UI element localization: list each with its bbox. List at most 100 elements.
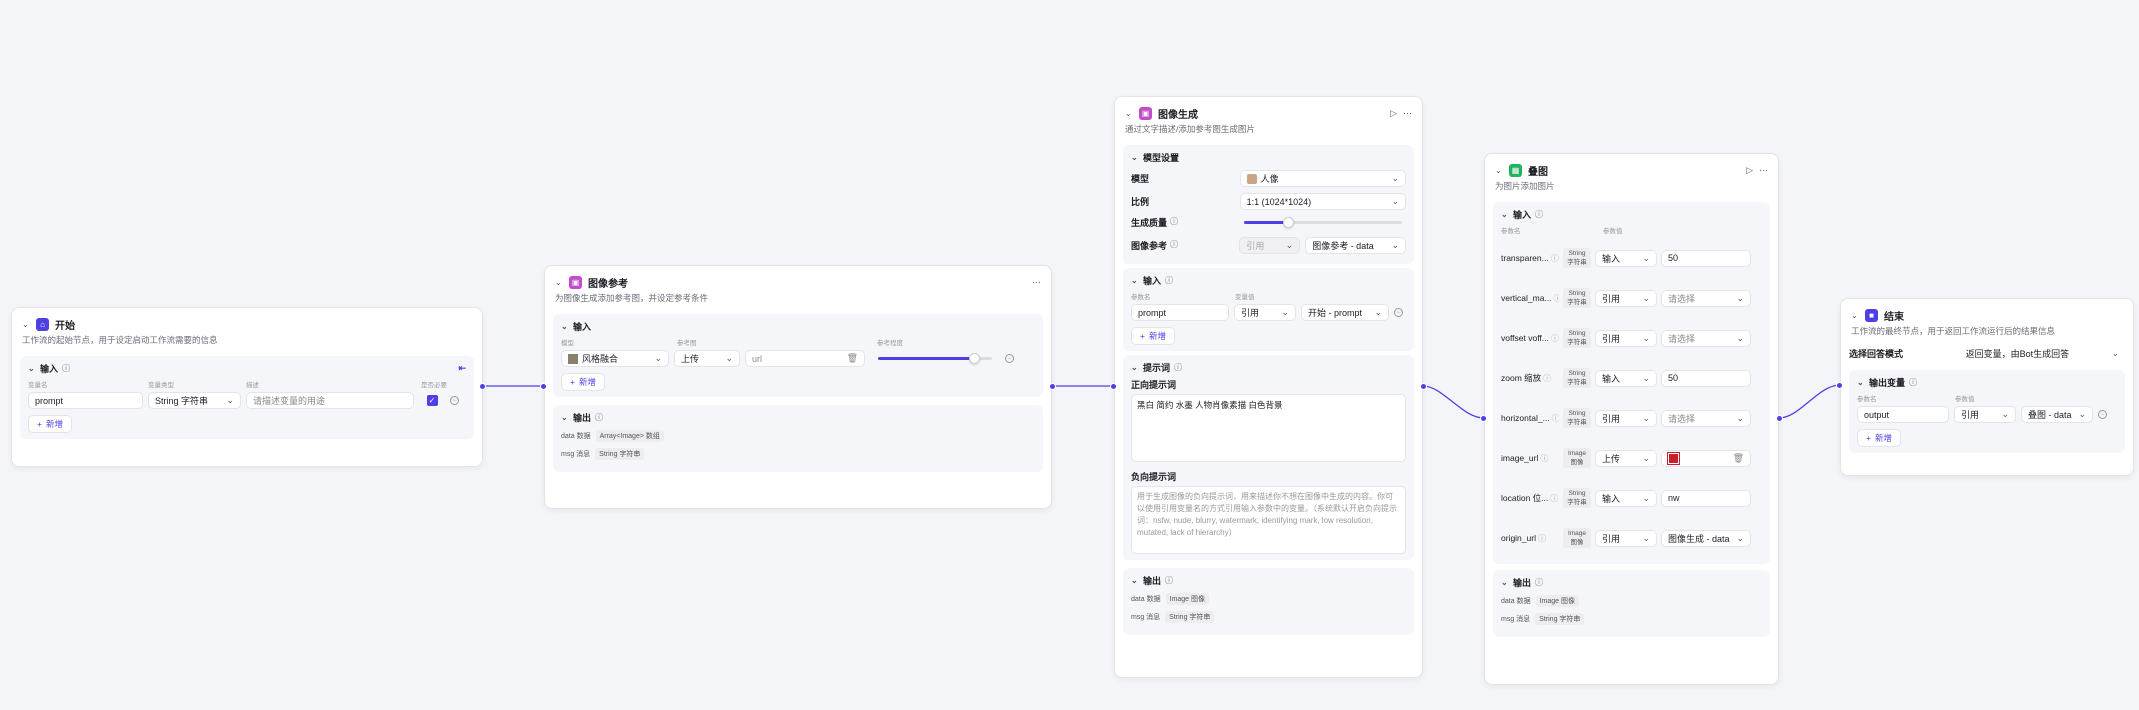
- param-value-select[interactable]: 开始 - prompt: [1301, 304, 1389, 321]
- add-reference-button[interactable]: + 新增: [561, 373, 605, 391]
- answer-mode-select[interactable]: 返回变量，由Bot生成回答: [1959, 345, 2125, 362]
- info-icon[interactable]: ⓘ: [1535, 209, 1543, 220]
- reference-mode-select[interactable]: 上传: [674, 350, 740, 367]
- model-select[interactable]: 风格融合: [561, 350, 669, 367]
- param-mode-select[interactable]: 上传: [1595, 449, 1657, 467]
- collapse-caret-icon[interactable]: ⌄: [1495, 166, 1503, 175]
- start-node[interactable]: ⌄ ⌂ 开始 工作流的起始节点，用于设定启动工作流需要的信息 ⌄ 输入 ⓘ ⇤ 变量名…: [11, 307, 483, 467]
- info-icon[interactable]: ⓘ: [1174, 362, 1182, 373]
- slider-knob[interactable]: [968, 353, 980, 364]
- param-value-select[interactable]: 请选择: [1661, 329, 1751, 347]
- param-value-input[interactable]: nw: [1661, 489, 1751, 507]
- import-icon[interactable]: ⇤: [458, 363, 466, 374]
- collapse-caret-icon[interactable]: ⌄: [1125, 109, 1133, 118]
- output-name-input[interactable]: output: [1857, 406, 1949, 423]
- collapse-caret-icon[interactable]: ⌄: [1131, 576, 1139, 585]
- add-variable-button[interactable]: + 新增: [28, 415, 72, 433]
- param-mode-select[interactable]: 引用: [1234, 304, 1296, 321]
- positive-prompt-textarea[interactable]: 黑白 简约 水墨 人物肖像素描 白色背景: [1131, 394, 1406, 462]
- image-upload-field[interactable]: 🗑: [1661, 449, 1751, 467]
- remove-row-icon[interactable]: −: [450, 396, 459, 405]
- collapse-caret-icon[interactable]: ⌄: [28, 364, 36, 373]
- slider-knob[interactable]: [1282, 217, 1294, 228]
- variable-name-input[interactable]: prompt: [28, 392, 143, 409]
- info-icon[interactable]: ⓘ: [1552, 413, 1559, 424]
- input-port[interactable]: [540, 383, 547, 390]
- info-icon[interactable]: ⓘ: [1551, 253, 1559, 264]
- collapse-caret-icon[interactable]: ⌄: [1131, 363, 1139, 372]
- collapse-caret-icon[interactable]: ⌄: [1131, 153, 1139, 162]
- param-mode-select[interactable]: 输入: [1595, 489, 1657, 507]
- more-icon[interactable]: ⋯: [1403, 108, 1412, 119]
- info-icon[interactable]: ⓘ: [1909, 377, 1917, 388]
- param-mode-select[interactable]: 输入: [1595, 369, 1657, 387]
- param-mode-select[interactable]: 引用: [1595, 329, 1657, 347]
- info-icon[interactable]: ⓘ: [1550, 493, 1558, 504]
- required-checkbox[interactable]: ✓: [426, 395, 438, 406]
- add-param-button[interactable]: + 新增: [1131, 327, 1175, 345]
- param-name-input[interactable]: prompt: [1131, 304, 1229, 321]
- image-generation-node[interactable]: ⌄ ▣ 图像生成 ▷ ⋯ 通过文字描述/添加参考图生成图片 ⌄ 模型设置 模型 人像 …: [1114, 96, 1423, 678]
- remove-row-icon[interactable]: −: [1005, 354, 1014, 363]
- overlay-node[interactable]: ⌄ ▦ 叠图 ▷ ⋯ 为图片添加图片 ⌄ 输入 ⓘ 参数名 参数值 transparen…: [1484, 153, 1779, 685]
- run-icon[interactable]: ▷: [1390, 108, 1397, 119]
- collapse-caret-icon[interactable]: ⌄: [1851, 311, 1859, 320]
- description-input[interactable]: 请描述变量的用途: [246, 392, 414, 409]
- info-icon[interactable]: ⓘ: [1165, 575, 1173, 586]
- info-icon[interactable]: ⓘ: [1170, 239, 1178, 252]
- param-value-input[interactable]: 50: [1661, 249, 1751, 267]
- param-mode-select[interactable]: 引用: [1595, 409, 1657, 427]
- more-icon[interactable]: ⋯: [1032, 277, 1041, 288]
- remove-row-icon[interactable]: −: [1394, 308, 1403, 317]
- add-output-button[interactable]: + 新增: [1857, 429, 1901, 447]
- info-icon[interactable]: ⓘ: [1535, 577, 1543, 588]
- output-port[interactable]: [1776, 415, 1783, 422]
- output-value-select[interactable]: 叠图 - data: [2021, 406, 2093, 423]
- param-mode-select[interactable]: 引用: [1595, 529, 1657, 547]
- more-icon[interactable]: ⋯: [1759, 165, 1768, 176]
- collapse-caret-icon[interactable]: ⌄: [22, 320, 30, 329]
- collapse-caret-icon[interactable]: ⌄: [1501, 578, 1509, 587]
- output-port[interactable]: [1049, 383, 1056, 390]
- info-icon[interactable]: ⓘ: [1170, 216, 1178, 229]
- output-port[interactable]: [1420, 383, 1427, 390]
- param-mode-select[interactable]: 输入: [1595, 249, 1657, 267]
- param-value-select[interactable]: 请选择: [1661, 409, 1751, 427]
- param-mode-select[interactable]: 引用: [1595, 289, 1657, 307]
- input-port[interactable]: [1110, 383, 1117, 390]
- info-icon[interactable]: ⓘ: [1165, 275, 1173, 286]
- quality-slider[interactable]: [1243, 217, 1402, 228]
- delete-icon[interactable]: 🗑: [1733, 453, 1744, 464]
- workflow-canvas[interactable]: ⌄ ⌂ 开始 工作流的起始节点，用于设定启动工作流需要的信息 ⌄ 输入 ⓘ ⇤ 变量名…: [0, 0, 2139, 710]
- negative-prompt-textarea[interactable]: 用于生成图像的负向提示词，用来描述你不想在图像中生成的内容。你可以使用引用变量名…: [1131, 486, 1406, 554]
- info-icon[interactable]: ⓘ: [1538, 533, 1546, 544]
- collapse-caret-icon[interactable]: ⌄: [561, 322, 569, 331]
- url-input[interactable]: url 🗑: [745, 350, 865, 367]
- collapse-caret-icon[interactable]: ⌄: [1857, 378, 1865, 387]
- delete-icon[interactable]: 🗑: [847, 353, 858, 364]
- info-icon[interactable]: ⓘ: [1551, 333, 1559, 344]
- param-value-select[interactable]: 图像生成 - data: [1661, 529, 1751, 547]
- info-icon[interactable]: ⓘ: [595, 412, 603, 423]
- image-reference-node[interactable]: ⌄ ▣ 图像参考 ⋯ 为图像生成添加参考图，并设定参考条件 ⌄ 输入 模型 参考图…: [544, 265, 1052, 509]
- variable-type-select[interactable]: String 字符串: [148, 392, 241, 409]
- collapse-caret-icon[interactable]: ⌄: [1131, 276, 1139, 285]
- input-port[interactable]: [1480, 415, 1487, 422]
- output-port[interactable]: [479, 383, 486, 390]
- model-select[interactable]: 人像: [1239, 170, 1406, 187]
- end-node[interactable]: ⌄ ■ 结束 工作流的最终节点，用于返回工作流运行后的结果信息 选择回答模式 返…: [1840, 298, 2134, 476]
- ratio-select[interactable]: 1:1 (1024*1024): [1239, 193, 1406, 210]
- param-value-input[interactable]: 50: [1661, 369, 1751, 387]
- input-port[interactable]: [1836, 382, 1843, 389]
- info-icon[interactable]: ⓘ: [1554, 293, 1559, 304]
- collapse-caret-icon[interactable]: ⌄: [555, 278, 563, 287]
- remove-row-icon[interactable]: −: [2098, 410, 2107, 419]
- output-mode-select[interactable]: 引用: [1954, 406, 2016, 423]
- info-icon[interactable]: ⓘ: [1543, 373, 1551, 384]
- run-icon[interactable]: ▷: [1746, 165, 1753, 176]
- info-icon[interactable]: ⓘ: [1540, 453, 1548, 464]
- collapse-caret-icon[interactable]: ⌄: [1501, 210, 1509, 219]
- info-icon[interactable]: ⓘ: [62, 363, 70, 374]
- ref-value-select[interactable]: 图像参考 - data: [1305, 237, 1406, 254]
- strength-slider[interactable]: [878, 353, 992, 364]
